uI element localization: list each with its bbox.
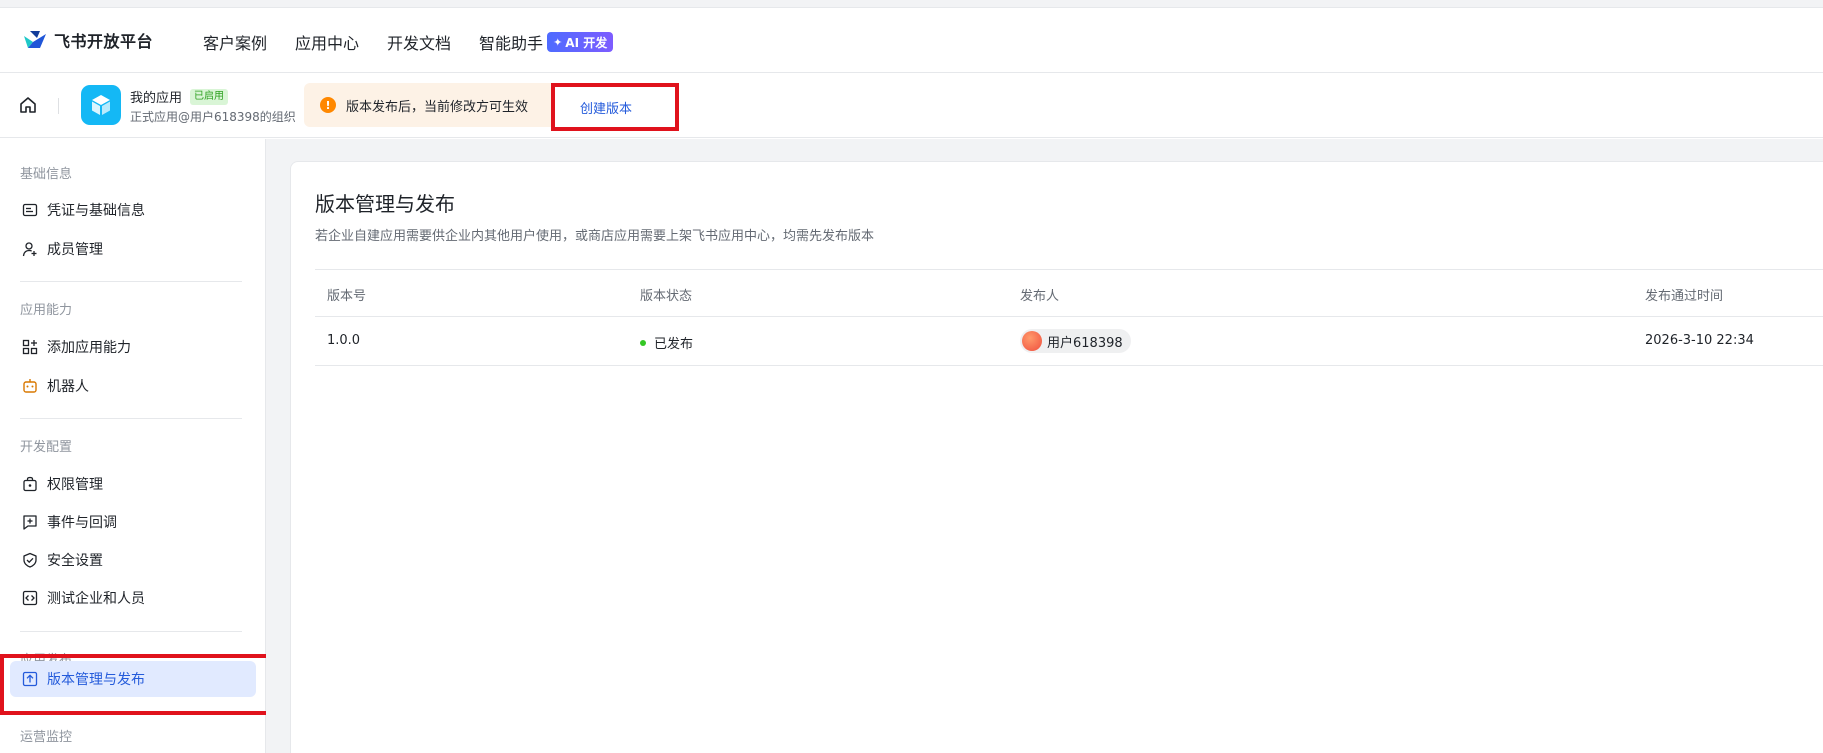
- feishu-logo-icon: [24, 31, 46, 48]
- grid-add-icon: [22, 339, 38, 355]
- top-header: 飞书开放平台 客户案例 应用中心 开发文档 智能助手 ✦ AI 开发: [0, 8, 1823, 73]
- page-description: 若企业自建应用需要供企业内其他用户使用，或商店应用需要上架飞书应用中心，均需先发…: [315, 229, 875, 244]
- publisher-chip[interactable]: 用户618398: [1020, 329, 1131, 353]
- status-dot: [640, 339, 646, 346]
- warning-icon: !: [320, 97, 336, 113]
- sidebar-item-label: 事件与回调: [47, 515, 117, 531]
- shield-check-icon: [22, 552, 38, 568]
- lock-bag-icon: [22, 476, 38, 492]
- top-nav: 客户案例 应用中心 开发文档 智能助手 ✦ AI 开发: [203, 30, 614, 54]
- nav-app-center[interactable]: 应用中心: [295, 30, 359, 54]
- col-status: 版本状态: [640, 289, 693, 304]
- browser-top-strip: [0, 0, 1823, 8]
- brand-logo[interactable]: 飞书开放平台: [22, 28, 153, 52]
- avatar: [1022, 331, 1042, 351]
- code-box-icon: [22, 590, 38, 606]
- app-name-row: 我的应用 已启用: [130, 87, 229, 106]
- version-release-highlight: [0, 654, 276, 715]
- event-plus-icon: [22, 514, 38, 530]
- home-icon[interactable]: [18, 95, 38, 115]
- version-table: 版本号 版本状态 发布人 发布通过时间 1.0.0 已发布 用户618398 2…: [315, 269, 1823, 366]
- sidebar-item-credentials[interactable]: 凭证与基础信息: [10, 192, 256, 228]
- create-version-highlight: 创建版本: [551, 83, 679, 131]
- ai-dev-badge[interactable]: ✦ AI 开发: [547, 32, 614, 52]
- table-header: 版本号 版本状态 发布人 发布通过时间: [315, 269, 1823, 317]
- ai-badge-label: AI 开发: [565, 35, 608, 50]
- divider: [58, 98, 59, 114]
- sidebar-item-label: 凭证与基础信息: [47, 203, 145, 219]
- app-name: 我的应用: [130, 91, 183, 106]
- col-publisher: 发布人: [1020, 289, 1060, 304]
- user-add-icon: [22, 241, 38, 257]
- sidebar-item-label: 成员管理: [47, 242, 103, 258]
- nav-smart-assistant[interactable]: 智能助手: [479, 30, 543, 54]
- page-title: 版本管理与发布: [315, 192, 455, 216]
- cell-time: 2026-3-10 22:34: [1645, 333, 1754, 348]
- col-approved-time: 发布通过时间: [1645, 289, 1724, 304]
- section-basic-info: 基础信息: [20, 167, 73, 182]
- version-card: 版本管理与发布 若企业自建应用需要供企业内其他用户使用，或商店应用需要上架飞书应…: [290, 161, 1823, 753]
- publisher-name: 用户618398: [1047, 335, 1123, 351]
- create-version-button[interactable]: 创建版本: [558, 89, 654, 125]
- robot-icon: [22, 378, 38, 394]
- section-app-capabilities: 应用能力: [20, 303, 73, 318]
- section-dev-config: 开发配置: [20, 440, 73, 455]
- id-card-icon: [22, 202, 38, 218]
- app-avatar[interactable]: [81, 85, 121, 125]
- col-version: 版本号: [327, 289, 367, 304]
- publish-notice: ! 版本发布后，当前修改方可生效: [304, 83, 554, 127]
- notice-text: 版本发布后，当前修改方可生效: [346, 99, 529, 115]
- sidebar-item-label: 机器人: [47, 379, 89, 395]
- sidebar-item-label: 安全设置: [47, 553, 103, 569]
- divider: [20, 418, 242, 419]
- cell-status: 已发布: [640, 333, 693, 352]
- table-row[interactable]: 1.0.0 已发布 用户618398 2026-3-10 22:34: [315, 317, 1823, 366]
- status-text: 已发布: [654, 337, 694, 352]
- divider: [20, 631, 242, 632]
- sidebar-item-security[interactable]: 安全设置: [10, 542, 256, 578]
- sidebar-item-label: 添加应用能力: [47, 340, 131, 356]
- divider: [20, 281, 242, 282]
- app-subtitle: 正式应用@用户618398的组织: [130, 110, 296, 124]
- section-operations: 运营监控: [20, 730, 73, 745]
- sidebar-item-permissions[interactable]: 权限管理: [10, 466, 256, 502]
- sidebar-item-label: 测试企业和人员: [47, 591, 145, 607]
- nav-customer-cases[interactable]: 客户案例: [203, 30, 267, 54]
- sidebar-item-events[interactable]: 事件与回调: [10, 504, 256, 540]
- sidebar-item-bot[interactable]: 机器人: [10, 368, 256, 404]
- cube-icon: [92, 95, 110, 115]
- sidebar-item-test-tenants[interactable]: 测试企业和人员: [10, 580, 256, 616]
- cell-publisher: 用户618398: [1020, 329, 1131, 353]
- app-status-badge: 已启用: [190, 88, 229, 105]
- brand-name: 飞书开放平台: [54, 32, 154, 51]
- sidebar-item-members[interactable]: 成员管理: [10, 231, 256, 267]
- sidebar-item-add-capability[interactable]: 添加应用能力: [10, 329, 256, 365]
- sidebar-item-label: 权限管理: [47, 477, 103, 493]
- cell-version: 1.0.0: [327, 333, 361, 348]
- nav-dev-docs[interactable]: 开发文档: [387, 30, 451, 54]
- sparkle-icon: ✦: [553, 35, 563, 49]
- app-subheader: 我的应用 已启用 正式应用@用户618398的组织 ! 版本发布后，当前修改方可…: [0, 74, 1823, 138]
